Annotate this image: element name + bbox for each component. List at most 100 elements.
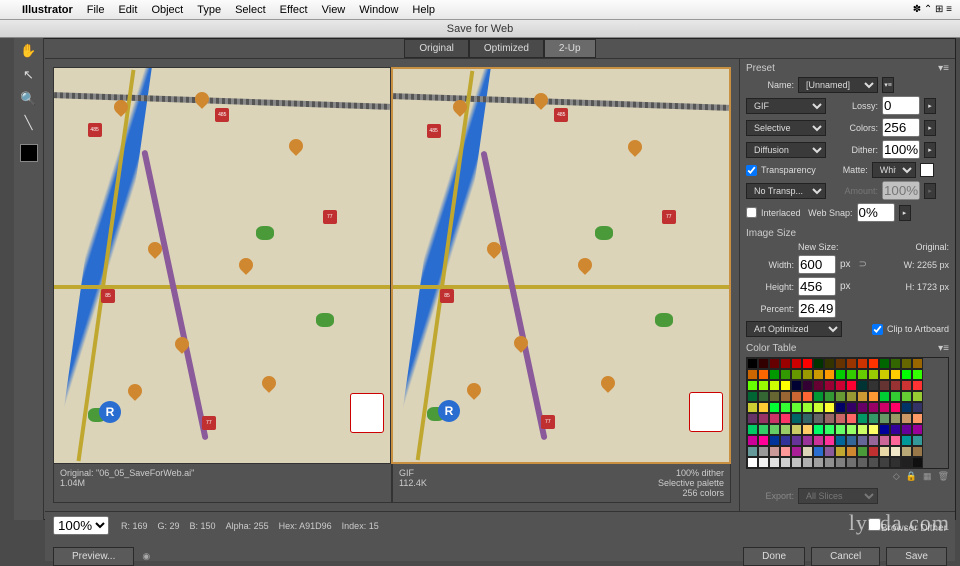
color-swatch[interactable] (813, 457, 824, 468)
color-swatch[interactable] (802, 424, 813, 435)
constrain-proportions-icon[interactable]: ⊃ (859, 259, 867, 270)
color-swatch[interactable] (791, 358, 802, 369)
original-preview[interactable]: 485485777785R (53, 67, 391, 464)
color-swatch[interactable] (758, 402, 769, 413)
menu-help[interactable]: Help (412, 4, 435, 16)
color-swatch[interactable] (857, 369, 868, 380)
tab-original[interactable]: Original (404, 39, 468, 58)
color-swatch[interactable] (868, 358, 879, 369)
color-swatch[interactable] (890, 413, 901, 424)
color-swatch[interactable] (813, 402, 824, 413)
tab-2up[interactable]: 2-Up (544, 39, 596, 58)
color-swatch[interactable] (813, 413, 824, 424)
percent-input[interactable] (798, 299, 836, 318)
color-swatch[interactable] (846, 369, 857, 380)
color-swatch[interactable] (901, 457, 912, 468)
color-swatch[interactable] (791, 391, 802, 402)
menu-file[interactable]: File (87, 4, 105, 16)
color-swatch[interactable] (780, 380, 791, 391)
color-swatch[interactable] (791, 424, 802, 435)
color-swatch[interactable] (747, 435, 758, 446)
color-swatch[interactable] (769, 402, 780, 413)
color-swatch[interactable] (846, 413, 857, 424)
color-swatch[interactable] (868, 402, 879, 413)
color-table-menu-icon[interactable]: ▾≡ (938, 343, 949, 354)
color-swatch[interactable] (846, 424, 857, 435)
menu-object[interactable]: Object (151, 4, 183, 16)
color-swatch[interactable] (912, 424, 923, 435)
color-swatch[interactable] (791, 380, 802, 391)
color-swatch[interactable] (802, 413, 813, 424)
color-swatch[interactable] (868, 457, 879, 468)
color-swatch[interactable] (835, 402, 846, 413)
color-swatch[interactable] (879, 380, 890, 391)
color-swatch[interactable] (912, 435, 923, 446)
color-swatch[interactable] (857, 424, 868, 435)
color-swatch[interactable] (813, 446, 824, 457)
color-swatch[interactable] (758, 369, 769, 380)
slice-select-tool-icon[interactable]: ↖ (19, 66, 39, 84)
color-swatch[interactable] (769, 413, 780, 424)
color-swatch[interactable] (758, 413, 769, 424)
color-swatch[interactable] (835, 369, 846, 380)
color-swatch[interactable] (879, 457, 890, 468)
color-swatch[interactable] (780, 413, 791, 424)
color-swatch[interactable] (879, 402, 890, 413)
color-swatch[interactable] (769, 457, 780, 468)
color-swatch[interactable] (769, 380, 780, 391)
color-swatch[interactable] (901, 446, 912, 457)
color-swatch[interactable] (846, 380, 857, 391)
color-swatch[interactable] (912, 413, 923, 424)
color-swatch[interactable] (868, 369, 879, 380)
color-swatch[interactable] (835, 424, 846, 435)
menu-window[interactable]: Window (359, 4, 398, 16)
color-swatch[interactable] (901, 391, 912, 402)
color-swatch[interactable] (824, 391, 835, 402)
color-swatch[interactable] (835, 358, 846, 369)
color-swatch[interactable] (912, 457, 923, 468)
color-swatch[interactable] (846, 391, 857, 402)
color-swatch[interactable] (857, 402, 868, 413)
save-button[interactable]: Save (886, 547, 947, 566)
color-swatch[interactable] (824, 446, 835, 457)
color-swatch[interactable] (857, 358, 868, 369)
color-swatch[interactable] (835, 413, 846, 424)
color-swatch[interactable] (747, 424, 758, 435)
color-swatch[interactable] (758, 358, 769, 369)
color-swatch[interactable] (758, 380, 769, 391)
color-swatch[interactable] (879, 446, 890, 457)
color-swatch[interactable] (802, 402, 813, 413)
color-swatch[interactable] (791, 413, 802, 424)
color-swatch[interactable] (868, 446, 879, 457)
color-swatch[interactable] (802, 435, 813, 446)
interlaced-checkbox[interactable] (746, 207, 757, 218)
color-swatch[interactable] (912, 369, 923, 380)
color-swatch[interactable] (802, 446, 813, 457)
preset-options-icon[interactable]: ▾≡ (882, 77, 894, 93)
app-menu[interactable]: Illustrator (22, 4, 73, 16)
color-swatch[interactable] (901, 424, 912, 435)
color-swatch[interactable] (890, 446, 901, 457)
color-swatch[interactable] (890, 391, 901, 402)
color-swatch[interactable] (780, 358, 791, 369)
color-swatch[interactable] (846, 435, 857, 446)
zoom-tool-icon[interactable]: 🔍 (19, 90, 39, 108)
color-swatch[interactable] (813, 369, 824, 380)
color-swatch[interactable] (791, 446, 802, 457)
preview-button[interactable]: Preview... (53, 547, 134, 566)
color-swatch[interactable] (758, 424, 769, 435)
color-swatch[interactable] (780, 402, 791, 413)
optimized-preview[interactable]: 485485777785R (391, 67, 731, 464)
color-swatch[interactable] (769, 446, 780, 457)
color-swatch[interactable] (890, 435, 901, 446)
menu-edit[interactable]: Edit (118, 4, 137, 16)
color-swatch[interactable] (780, 424, 791, 435)
color-swatch[interactable] (824, 402, 835, 413)
color-swatch[interactable] (901, 413, 912, 424)
color-swatch[interactable] (890, 358, 901, 369)
lossy-stepper[interactable]: ▸ (924, 98, 936, 114)
color-swatch[interactable] (813, 424, 824, 435)
color-swatch[interactable] (747, 358, 758, 369)
color-swatch[interactable] (846, 402, 857, 413)
color-swatch[interactable] (747, 457, 758, 468)
